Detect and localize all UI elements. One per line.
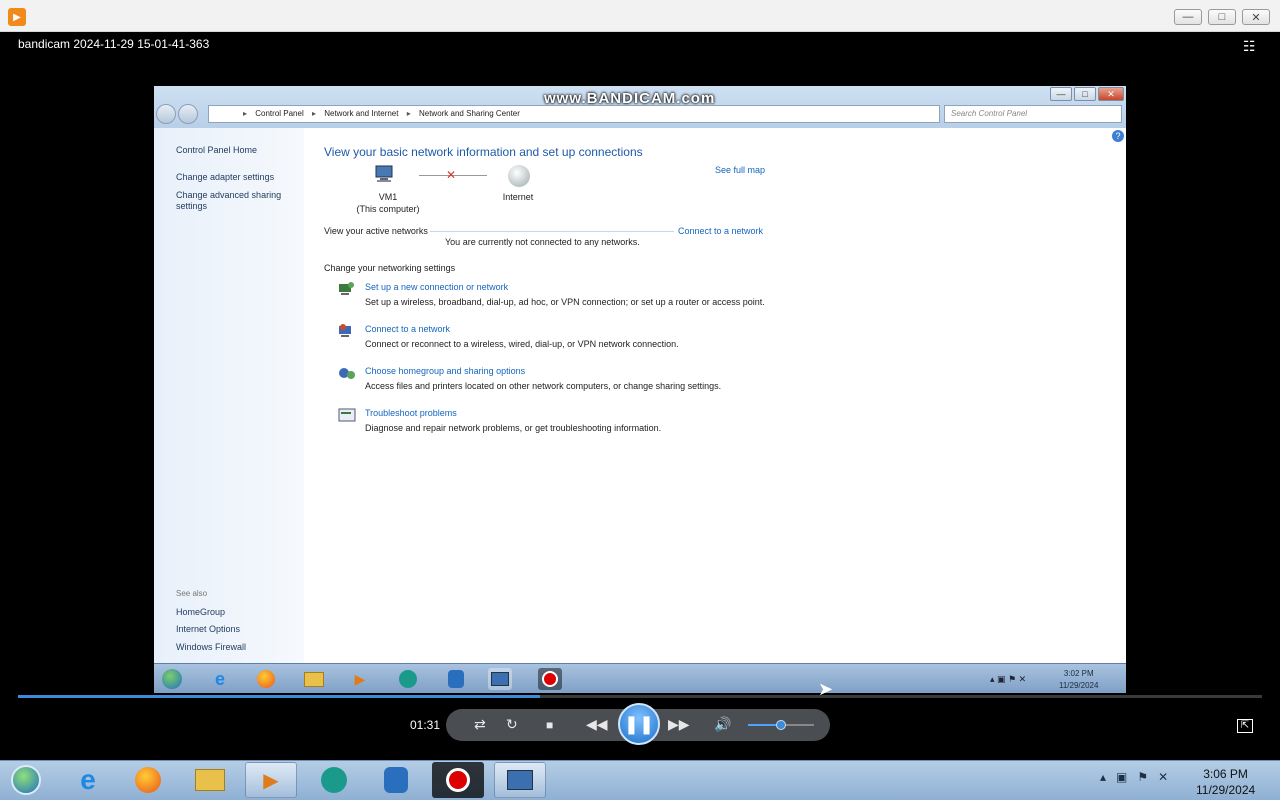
seek-bar-fill [18, 695, 540, 698]
chevron-right-icon: ▸ [311, 109, 316, 118]
task-title-homegroup[interactable]: Choose homegroup and sharing options [365, 366, 525, 376]
folder-icon[interactable] [184, 762, 236, 798]
media-player-icon[interactable]: ▶ [348, 668, 372, 690]
sidebar-item-home[interactable]: Control Panel Home [176, 145, 257, 155]
computer-name: VM1 [378, 192, 398, 202]
internet-label: Internet [502, 192, 534, 202]
replay-icon[interactable]: ↻ [506, 716, 518, 733]
inner-taskbar: e ▶ ▴ ▣ ⚑ ✕ 3:02 PM 11/29/2024 [154, 663, 1126, 693]
rewind-icon[interactable]: ◀◀ [586, 716, 608, 733]
app-icon[interactable] [308, 762, 360, 798]
minimize-button[interactable]: — [1174, 9, 1202, 25]
network-window-icon[interactable] [488, 668, 512, 690]
clock-time: 3:06 PM [1203, 767, 1248, 781]
disconnected-x-icon: ✕ [446, 168, 457, 182]
firefox-icon[interactable] [254, 668, 278, 690]
network-window-icon[interactable] [494, 762, 546, 798]
maximize-button[interactable]: □ [1208, 9, 1236, 25]
ie-icon[interactable]: e [208, 668, 232, 690]
video-editor-icon[interactable] [444, 668, 468, 690]
outer-titlebar [0, 0, 1280, 32]
start-orb-icon[interactable] [160, 668, 184, 690]
sidebar-item-advanced-sharing[interactable]: Change advanced sharing settings [176, 190, 288, 212]
volume-icon[interactable]: 🔊 [714, 716, 731, 733]
sidebar-item-firewall[interactable]: Windows Firewall [176, 642, 246, 652]
close-button[interactable]: ✕ [1242, 9, 1270, 25]
address-bar[interactable]: ▸ Control Panel ▸ Network and Internet ▸… [208, 105, 940, 123]
task-title-connect[interactable]: Connect to a network [365, 324, 450, 334]
fast-forward-icon[interactable]: ▶▶ [668, 716, 690, 733]
volume-muted-icon[interactable]: ✕ [1158, 770, 1168, 784]
task-title-setup[interactable]: Set up a new connection or network [365, 282, 508, 292]
fullscreen-icon[interactable]: ⇱ [1237, 719, 1253, 733]
computer-sub: (This computer) [356, 204, 420, 214]
volume-slider-knob[interactable] [776, 720, 786, 730]
connect-network-icon [338, 323, 356, 339]
inner-clock[interactable]: 3:02 PM 11/29/2024 [1059, 668, 1098, 692]
stop-icon[interactable]: ■ [546, 718, 553, 732]
inner-window-buttons: — □ ✕ [1050, 87, 1126, 103]
app-icon[interactable] [396, 668, 420, 690]
breadcrumb-control-panel[interactable]: Control Panel [255, 109, 303, 118]
playback-time: 01:31 [410, 718, 441, 732]
page-title: View your basic network information and … [324, 145, 643, 159]
chevron-right-icon: ▸ [406, 109, 411, 118]
task-desc-troubleshoot: Diagnose and repair network problems, or… [365, 423, 662, 433]
troubleshoot-icon [338, 407, 356, 423]
active-networks-heading: View your active networks [324, 226, 428, 236]
homegroup-icon [338, 365, 356, 381]
playlist-icon[interactable]: ☷ [1243, 38, 1261, 54]
nav-buttons [156, 104, 202, 124]
inner-minimize-button[interactable]: — [1050, 87, 1072, 101]
taskbar-clock[interactable]: 3:06 PM 11/29/2024 [1196, 766, 1255, 798]
globe-icon [508, 165, 530, 187]
bandicam-app-icon: ▶ [8, 8, 26, 26]
pause-button[interactable]: ❚❚ [618, 703, 660, 745]
folder-icon[interactable] [302, 668, 326, 690]
forward-button[interactable] [178, 104, 198, 124]
breadcrumb-network-internet[interactable]: Network and Internet [324, 109, 398, 118]
task-title-troubleshoot[interactable]: Troubleshoot problems [365, 408, 457, 418]
action-center-icon[interactable]: ▣ [1116, 770, 1127, 784]
see-full-map-link[interactable]: See full map [715, 165, 765, 175]
change-settings-heading: Change your networking settings [324, 263, 456, 273]
inner-close-button[interactable]: ✕ [1098, 87, 1124, 101]
tray-icons[interactable]: ▴ ▣ ⚑ ✕ [990, 674, 1026, 685]
not-connected-text: You are currently not connected to any n… [445, 237, 640, 247]
firefox-icon[interactable] [122, 762, 174, 798]
recorded-screen: www.BANDICAM.com — □ ✕ ▸ Control Panel ▸… [154, 86, 1126, 693]
search-input[interactable]: Search Control Panel [944, 105, 1122, 123]
task-desc-setup: Set up a wireless, broadband, dial-up, a… [365, 297, 765, 307]
start-button[interactable] [0, 762, 52, 798]
back-button[interactable] [156, 104, 176, 124]
network-setup-icon [338, 281, 356, 297]
ie-icon[interactable]: e [62, 762, 114, 798]
inner-clock-date: 11/29/2024 [1059, 681, 1099, 690]
sidebar-item-adapter[interactable]: Change adapter settings [176, 172, 274, 182]
video-editor-icon[interactable] [370, 762, 422, 798]
sidebar-item-homegroup[interactable]: HomeGroup [176, 607, 225, 617]
divider [430, 231, 674, 232]
clock-date: 11/29/2024 [1196, 783, 1256, 797]
show-hidden-icons-icon[interactable]: ▴ [1100, 770, 1106, 784]
sidebar-item-internet-options[interactable]: Internet Options [176, 624, 240, 634]
video-title: bandicam 2024-11-29 15-01-41-363 [18, 37, 210, 51]
task-desc-connect: Connect or reconnect to a wireless, wire… [365, 339, 679, 349]
repeat-ab-icon[interactable]: ⇄ [474, 716, 486, 733]
inner-maximize-button[interactable]: □ [1074, 87, 1096, 101]
see-also-heading: See also [176, 589, 208, 598]
breadcrumb-network-sharing[interactable]: Network and Sharing Center [419, 109, 520, 118]
flag-icon[interactable]: ⚑ [1137, 770, 1148, 784]
media-player-icon[interactable]: ▶ [245, 762, 297, 798]
task-desc-homegroup: Access files and printers located on oth… [365, 381, 722, 391]
inner-clock-time: 3:02 PM [1063, 669, 1094, 678]
computer-icon [374, 164, 396, 184]
chevron-right-icon: ▸ [243, 109, 248, 118]
connect-network-link[interactable]: Connect to a network [678, 226, 763, 236]
sidebar: Control Panel Home Change adapter settin… [154, 128, 304, 663]
record-icon[interactable] [538, 668, 562, 690]
system-tray: ▴ ▣ ⚑ ✕ [1100, 770, 1168, 784]
record-icon[interactable] [432, 762, 484, 798]
help-icon[interactable]: ? [1112, 130, 1124, 142]
